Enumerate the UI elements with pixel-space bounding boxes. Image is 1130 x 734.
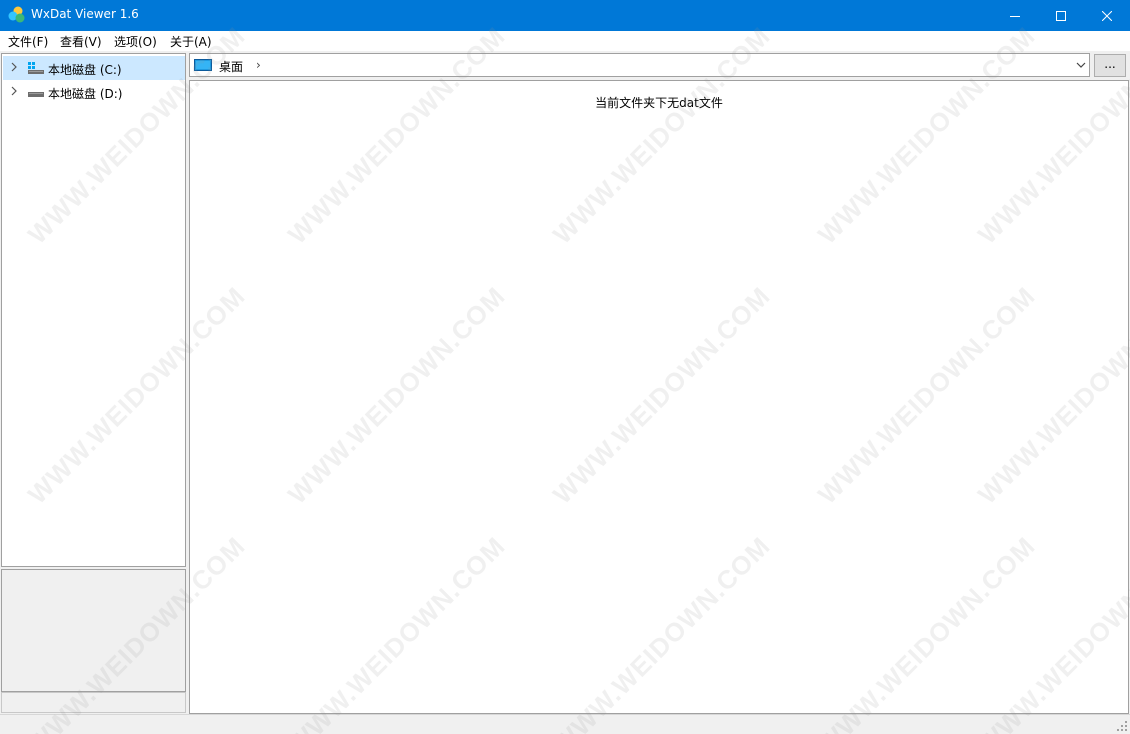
- app-logo-icon: [8, 6, 25, 23]
- address-location[interactable]: 桌面: [219, 58, 243, 75]
- empty-folder-message: 当前文件夹下无dat文件: [595, 96, 723, 110]
- tree-item-drive-d[interactable]: 本地磁盘 (D:): [3, 80, 185, 104]
- resize-grip-icon[interactable]: [1116, 720, 1128, 732]
- maximize-button[interactable]: [1038, 0, 1084, 31]
- browse-button[interactable]: ...: [1094, 54, 1126, 77]
- minimize-icon: [1010, 15, 1020, 17]
- close-icon: [1102, 10, 1112, 21]
- breadcrumb-separator[interactable]: ›: [256, 58, 261, 72]
- folder-tree[interactable]: 本地磁盘 (C:) 本地磁盘 (D:): [1, 53, 186, 567]
- maximize-icon: [1056, 10, 1066, 21]
- window-title: WxDat Viewer 1.6: [31, 7, 139, 21]
- minimize-button[interactable]: [992, 0, 1038, 31]
- menu-bar: 文件(F) 查看(V) 选项(O) 关于(A): [0, 31, 1130, 51]
- menu-view[interactable]: 查看(V): [60, 33, 102, 50]
- close-button[interactable]: [1084, 0, 1130, 31]
- chevron-right-icon[interactable]: [10, 86, 18, 96]
- title-bar: WxDat Viewer 1.6: [0, 0, 1130, 31]
- menu-about[interactable]: 关于(A): [170, 33, 212, 50]
- drive-icon: [28, 92, 44, 97]
- menu-options[interactable]: 选项(O): [114, 33, 157, 50]
- system-drive-icon: [28, 62, 44, 74]
- desktop-icon: [194, 59, 212, 71]
- address-bar[interactable]: 桌面 ›: [189, 53, 1090, 77]
- tree-item-drive-c[interactable]: 本地磁盘 (C:): [3, 56, 185, 80]
- tree-item-label: 本地磁盘 (D:): [48, 87, 123, 101]
- file-list-area[interactable]: 当前文件夹下无dat文件: [189, 80, 1129, 714]
- chevron-down-icon[interactable]: [1076, 61, 1086, 69]
- menu-file[interactable]: 文件(F): [8, 33, 48, 50]
- chevron-right-icon[interactable]: [10, 62, 18, 72]
- left-info-panel: [1, 569, 186, 692]
- status-bar: [0, 714, 1130, 734]
- left-footer-panel: [1, 692, 186, 713]
- tree-item-label: 本地磁盘 (C:): [48, 63, 122, 77]
